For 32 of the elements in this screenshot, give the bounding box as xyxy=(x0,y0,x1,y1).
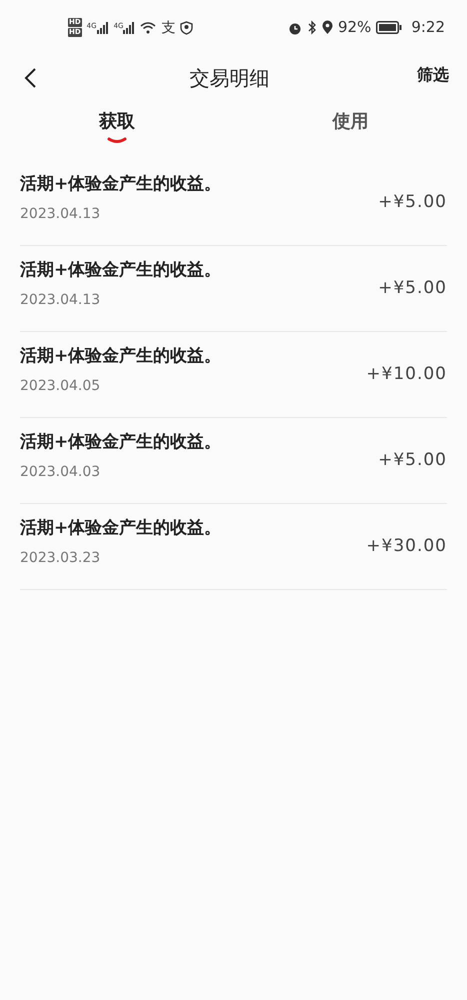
alarm-icon xyxy=(288,20,302,34)
transaction-date: 2023.04.03 xyxy=(20,462,102,482)
transaction-date: 2023.04.13 xyxy=(20,290,102,310)
page-title: 交易明细 xyxy=(190,64,270,92)
shield-icon xyxy=(180,20,194,34)
transaction-date: 2023.04.13 xyxy=(20,204,102,224)
transaction-date: 2023.03.23 xyxy=(20,548,102,568)
signal-icon xyxy=(96,22,109,34)
tab[interactable]: 获取 xyxy=(98,108,135,135)
transaction-description: 活期+体验金产生的收益。 xyxy=(20,431,222,454)
battery-percent: 92% xyxy=(338,17,372,38)
transaction-amount: +¥5.00 xyxy=(378,190,447,214)
transaction-description: 活期+体验金产生的收益。 xyxy=(20,345,222,368)
signal-icon xyxy=(123,22,136,34)
wifi-icon xyxy=(140,21,156,34)
app-symbol-label: 支 xyxy=(161,20,176,34)
transaction-description: 活期+体验金产生的收益。 xyxy=(20,259,222,282)
filter-button[interactable]: 筛选 xyxy=(417,62,449,86)
bluetooth-icon xyxy=(306,20,317,35)
transaction-description: 活期+体验金产生的收益。 xyxy=(20,517,222,540)
tab-indicator xyxy=(106,137,127,144)
transaction-description: 活期+体验金产生的收益。 xyxy=(20,173,222,196)
battery-icon xyxy=(376,21,402,34)
back-icon xyxy=(23,66,37,88)
transaction-amount: +¥10.00 xyxy=(366,362,447,386)
transaction-amount: +¥5.00 xyxy=(378,448,447,472)
transaction-amount: +¥5.00 xyxy=(378,276,447,300)
status-time: 9:22 xyxy=(411,17,445,38)
transaction-amount: +¥30.00 xyxy=(366,534,447,558)
transaction-date: 2023.04.05 xyxy=(20,376,102,396)
location-icon xyxy=(322,20,333,35)
tab[interactable]: 使用 xyxy=(332,108,368,135)
